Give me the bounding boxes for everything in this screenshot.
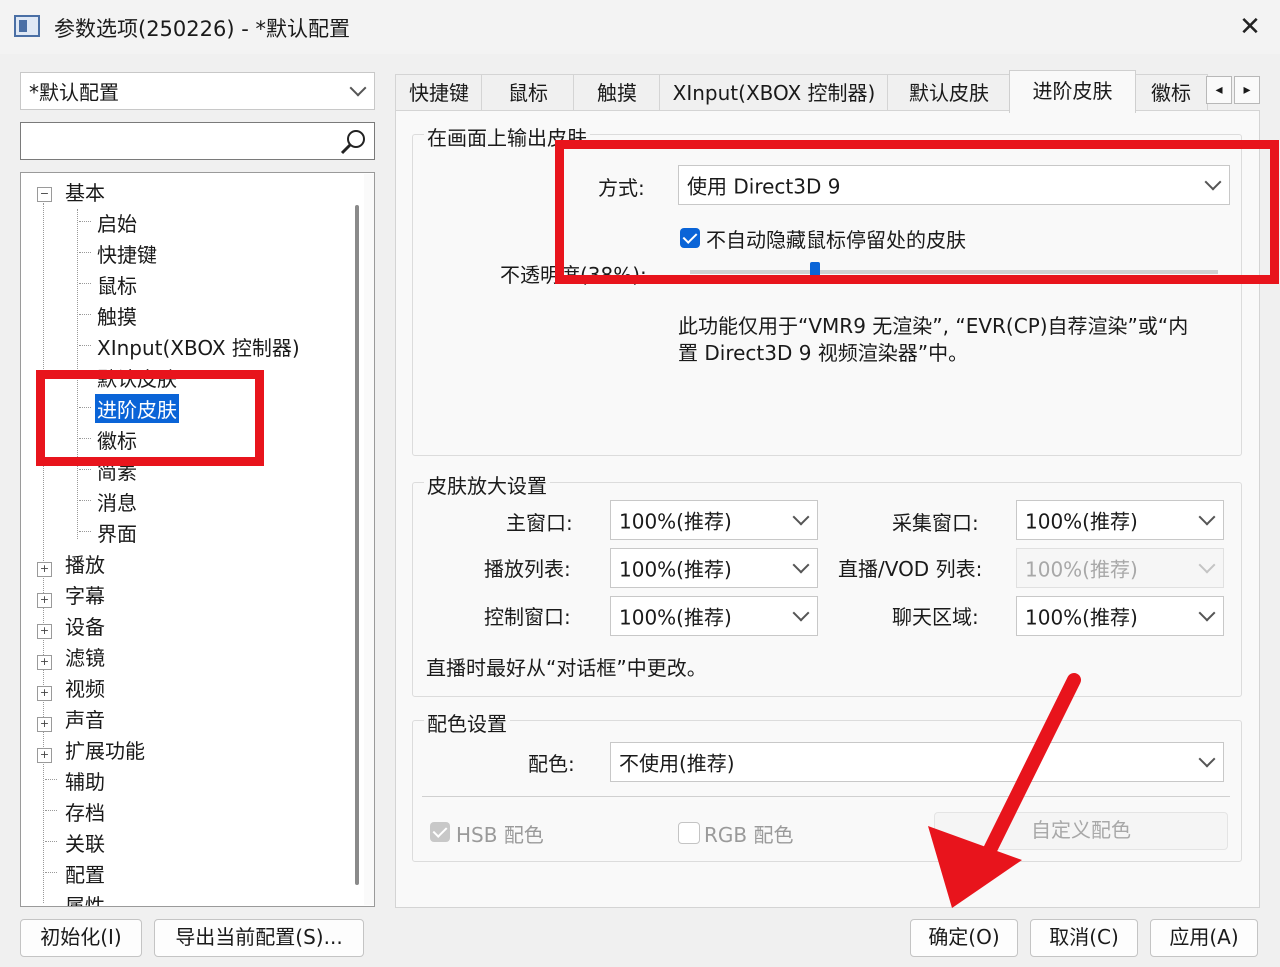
annotation-arrow [928, 673, 1081, 908]
